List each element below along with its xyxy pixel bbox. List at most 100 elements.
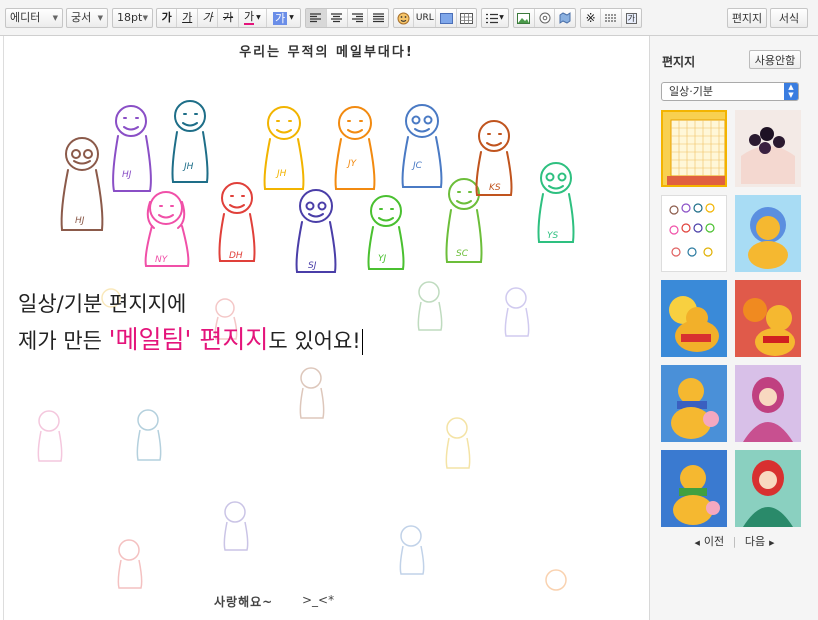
symbol-button[interactable]: ※	[581, 9, 602, 27]
thumbnail-pooh-sun[interactable]	[661, 280, 727, 357]
prev-button[interactable]: ◀ 이전	[695, 533, 725, 549]
bg-color-button[interactable]: 가 ▼	[267, 9, 300, 27]
thumbnail-yellow-grid-letter[interactable]	[661, 110, 727, 187]
list-group: ▼	[481, 8, 509, 28]
font-color-label: 가	[243, 10, 255, 25]
editor-content[interactable]: 일상/기분 편지지에 제가 만든 '메일팀' 편지지도 있어요!	[18, 286, 363, 359]
italic-button[interactable]: 가	[198, 9, 219, 27]
align-right-icon	[351, 13, 363, 23]
strikethrough-button[interactable]: 가	[218, 9, 239, 27]
asterisk-icon: ※	[585, 11, 596, 25]
chevron-down-icon: ▼	[52, 14, 58, 22]
thumbnail-ariel-winter[interactable]	[735, 450, 801, 527]
next-label: 다음	[744, 535, 766, 548]
photo-button[interactable]	[514, 9, 535, 27]
map-button[interactable]	[555, 9, 575, 27]
belle-image	[735, 365, 801, 442]
align-justify-icon	[372, 13, 384, 23]
font-size-select[interactable]: 18pt ▼	[112, 8, 153, 28]
grid-paper-image	[667, 119, 725, 185]
font-family-value: 궁서	[71, 11, 92, 24]
text-caret	[361, 329, 363, 355]
category-select[interactable]: 일상·기분 ▲ ▼	[661, 82, 799, 101]
table-button[interactable]	[457, 9, 476, 27]
pooh-piglet-image	[661, 365, 727, 442]
insert-group: URL	[393, 8, 477, 28]
map-icon	[559, 12, 571, 24]
table-icon	[459, 12, 473, 24]
thumbnail-pooh-tigger[interactable]	[735, 280, 801, 357]
align-center-icon	[331, 13, 343, 23]
bold-button[interactable]: 가	[157, 9, 178, 27]
emoticon-button[interactable]	[394, 9, 415, 27]
list-button[interactable]: ▼	[482, 9, 508, 27]
letter-footer: 사랑해요~	[214, 595, 274, 609]
align-right-button[interactable]	[348, 9, 369, 27]
photo-icon	[517, 12, 531, 24]
align-left-button[interactable]	[306, 9, 327, 27]
doodles-image	[669, 203, 715, 257]
align-center-button[interactable]	[327, 9, 348, 27]
content-line-1: 일상/기분 편지지에	[18, 292, 187, 316]
pagination: ◀ 이전 | 다음 ▶	[650, 533, 818, 549]
divider-icon	[605, 14, 617, 22]
highlighted-text: '메일팀' 편지지	[108, 325, 269, 354]
chevron-down-icon: ▼	[256, 14, 261, 21]
chevron-down-icon: ▼	[97, 14, 103, 22]
mode-select[interactable]: 에디터 ▼	[5, 8, 63, 28]
special-char-label: 가	[625, 12, 637, 24]
bg-color-label: 가	[273, 11, 288, 25]
thumbnail-pooh-piglet-winter[interactable]	[661, 365, 727, 442]
pooh-image	[735, 195, 801, 272]
category-value: 일상·기분	[669, 85, 713, 98]
align-left-icon	[310, 13, 322, 23]
link-button[interactable]: URL	[414, 9, 437, 27]
align-group	[305, 8, 389, 28]
image-button[interactable]	[436, 9, 457, 27]
smiley-icon	[397, 12, 410, 24]
chevron-down-icon: ▼	[142, 14, 148, 22]
next-button[interactable]: 다음 ▶	[745, 533, 775, 549]
pooh-scarf-image	[661, 450, 727, 527]
format-button[interactable]: 서식	[770, 8, 808, 28]
font-color-button[interactable]: 가 ▼	[239, 9, 267, 27]
content-text: 제가 만든	[18, 329, 109, 353]
prev-label: 이전	[703, 535, 725, 548]
pooh-tigger-image	[735, 280, 801, 357]
caret-right-icon: ▶	[769, 539, 775, 547]
font-family-select[interactable]: 궁서 ▼	[66, 8, 108, 28]
letter-paper-button[interactable]: 편지지	[727, 8, 767, 28]
mode-select-value: 에디터	[10, 11, 41, 24]
cake-image	[735, 110, 801, 187]
thumbnail-blueberry-cake[interactable]	[735, 110, 801, 187]
underline-button[interactable]: 가	[177, 9, 198, 27]
panel-title: 편지지	[662, 55, 696, 69]
pager-divider: |	[732, 535, 737, 548]
ariel-image	[735, 450, 801, 527]
font-size-value: 18pt	[117, 11, 143, 24]
caret-left-icon: ◀	[694, 539, 700, 547]
letter-paper-panel: 편지지 사용안함 일상·기분 ▲ ▼ ◀ 이전 | 다음 ▶	[649, 36, 818, 620]
media-button[interactable]	[535, 9, 556, 27]
special-char-button[interactable]: 가	[622, 9, 641, 27]
extra-group: ※ 가	[580, 8, 642, 28]
text-style-group: 가 가 가 가 가 ▼ 가 ▼	[156, 8, 301, 28]
content-text: 도 있어요!	[268, 329, 361, 353]
media-group	[513, 8, 576, 28]
unuse-button[interactable]: 사용안함	[749, 50, 801, 69]
disc-icon	[539, 12, 550, 24]
thumbnail-pooh-blue-hood[interactable]	[735, 195, 801, 272]
editor-toolbar: 에디터 ▼ 궁서 ▼ 18pt ▼ 가 가 가 가 가 ▼ 가 ▼ URL ▼ …	[0, 0, 818, 36]
image-icon	[439, 12, 453, 24]
thumbnail-belle-winter[interactable]	[735, 365, 801, 442]
thumbnail-pooh-piglet-scarf[interactable]	[661, 450, 727, 527]
thumbnail-mail-team-doodles[interactable]	[661, 195, 727, 272]
select-spinner-icon: ▲ ▼	[784, 83, 798, 100]
pooh-sun-image	[661, 280, 727, 357]
chevron-down-icon: ▼	[289, 14, 294, 21]
align-justify-button[interactable]	[368, 9, 388, 27]
list-icon	[486, 13, 499, 23]
content-line-2: 제가 만든 '메일팀' 편지지도 있어요!	[18, 322, 363, 359]
editor-canvas[interactable]: 우리는 무적의 메일부대다! HJ HJ JH JH JY JC KS YS N…	[3, 36, 650, 620]
divider-button[interactable]	[601, 9, 622, 27]
